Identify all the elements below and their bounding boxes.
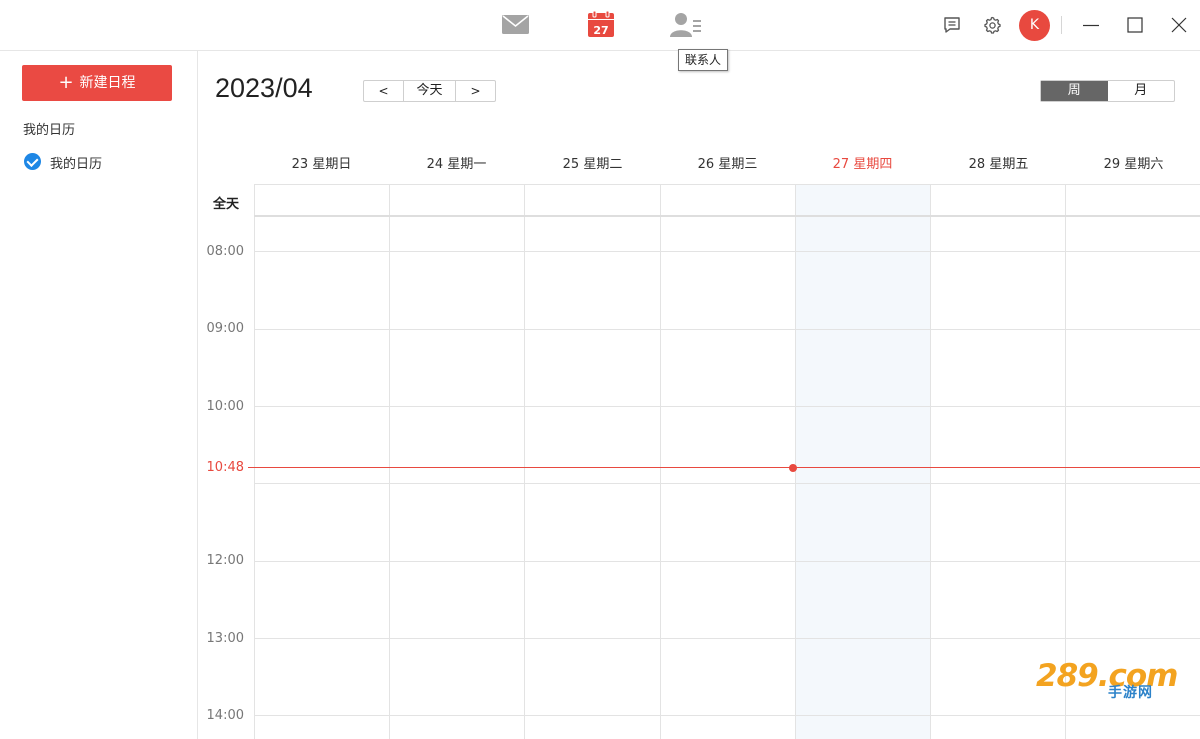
- date-navigation: < 今天 >: [363, 80, 496, 102]
- month-view-button[interactable]: 月: [1108, 81, 1175, 101]
- day-header[interactable]: 26 星期三: [660, 153, 795, 172]
- week-view-button[interactable]: 周: [1041, 81, 1108, 101]
- current-time-line: [248, 467, 1200, 468]
- today-column-highlight: [795, 184, 930, 739]
- today-button[interactable]: 今天: [404, 81, 456, 101]
- next-week-button[interactable]: >: [456, 81, 495, 101]
- toolbar-divider: [1061, 16, 1062, 34]
- hour-divider: [254, 561, 1200, 562]
- close-icon[interactable]: [1166, 12, 1192, 38]
- day-header[interactable]: 23 星期日: [254, 153, 389, 172]
- mail-icon[interactable]: [500, 10, 532, 40]
- hour-label: 10:00: [206, 399, 244, 414]
- previous-week-button[interactable]: <: [364, 81, 404, 101]
- hour-divider: [254, 406, 1200, 407]
- plus-icon: +: [58, 72, 74, 93]
- hour-divider: [254, 483, 1200, 484]
- sidebar: + 新建日程 我的日历 我的日历: [0, 51, 198, 739]
- all-day-label: 全天: [212, 197, 239, 212]
- top-bar: 27 K: [0, 0, 1200, 51]
- checkmark-icon[interactable]: [24, 153, 41, 170]
- my-calendars-heading: 我的日历: [23, 123, 76, 138]
- current-time-dot: [789, 464, 797, 472]
- new-event-button[interactable]: + 新建日程: [22, 65, 172, 101]
- view-switcher: 周 月: [1040, 80, 1175, 102]
- current-time-label: 10:48: [206, 460, 244, 475]
- settings-gear-icon[interactable]: [980, 13, 1004, 37]
- contacts-icon[interactable]: [668, 10, 701, 40]
- day-header-today[interactable]: 27 星期四: [795, 153, 930, 172]
- day-header[interactable]: 24 星期一: [389, 153, 524, 172]
- feedback-icon[interactable]: [940, 13, 964, 37]
- hour-label: 12:00: [206, 553, 244, 568]
- hour-label: 08:00: [206, 244, 244, 259]
- hour-label: 14:00: [206, 708, 244, 723]
- calendar-icon-date: 27: [593, 24, 608, 37]
- grid-divider: [524, 184, 525, 739]
- watermark-logo-text: 289.com: [1036, 658, 1178, 694]
- hour-label: 09:00: [206, 321, 244, 336]
- grid-divider: [930, 184, 931, 739]
- hour-divider: [254, 638, 1200, 639]
- week-grid[interactable]: [254, 184, 1200, 739]
- minimize-icon[interactable]: [1078, 12, 1104, 38]
- hour-divider: [254, 715, 1200, 716]
- day-header[interactable]: 29 星期六: [1066, 153, 1200, 172]
- contacts-tooltip: 联系人: [678, 49, 729, 71]
- all-day-divider: [254, 215, 1200, 217]
- grid-divider: [660, 184, 661, 739]
- maximize-icon[interactable]: [1122, 12, 1148, 38]
- hour-label: 13:00: [206, 631, 244, 646]
- grid-divider: [795, 184, 796, 739]
- current-month-title: 2023/04: [215, 73, 313, 103]
- site-watermark: 289.com 手游网: [1030, 658, 1180, 702]
- day-header[interactable]: 25 星期二: [525, 153, 660, 172]
- calendar-list-item-label: 我的日历: [50, 157, 103, 172]
- day-header[interactable]: 28 星期五: [931, 153, 1066, 172]
- watermark-subtext: 手游网: [1108, 685, 1153, 701]
- calendar-app: 27 K + 新建日程 我的日历 我的日历 2023/04 < 今天 > 周 月…: [0, 0, 1200, 739]
- grid-divider: [1065, 184, 1066, 739]
- hour-divider: [254, 329, 1200, 330]
- grid-divider: [254, 184, 1200, 185]
- grid-divider: [389, 184, 390, 739]
- calendar-icon[interactable]: 27: [585, 10, 617, 40]
- new-event-label: 新建日程: [79, 75, 136, 91]
- user-avatar[interactable]: K: [1019, 10, 1050, 41]
- hour-divider: [254, 251, 1200, 252]
- grid-divider: [254, 184, 255, 739]
